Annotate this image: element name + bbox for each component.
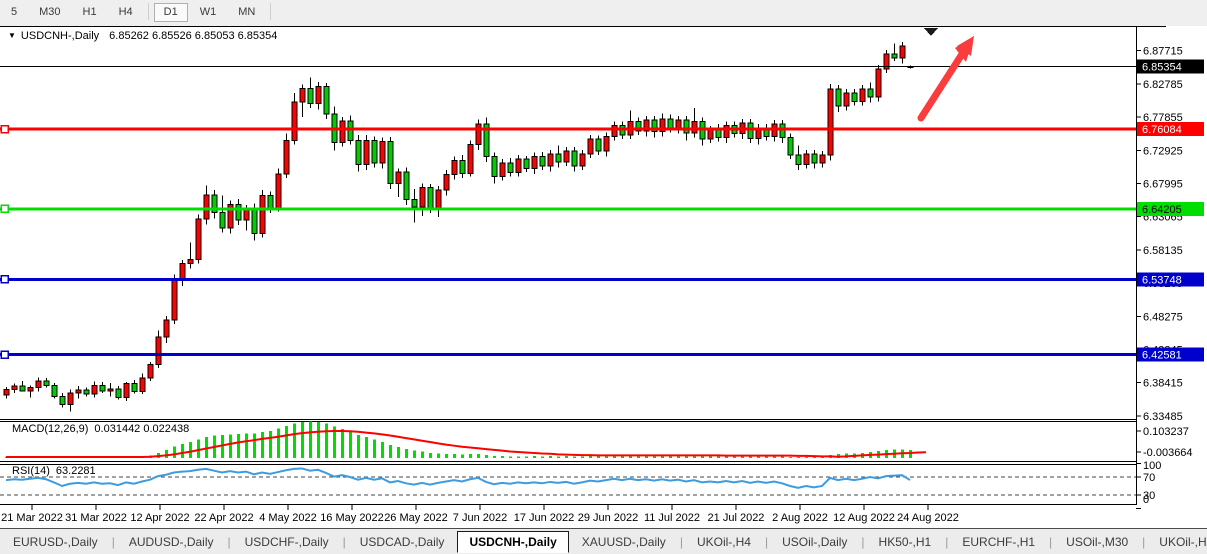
svg-text:24 Aug 2022: 24 Aug 2022 [897,512,959,524]
svg-text:2 Aug 2022: 2 Aug 2022 [772,512,828,524]
svg-text:0.103237: 0.103237 [1143,426,1189,438]
rsi-pane: 10070300 [0,460,1161,509]
svg-text:12 Apr 2022: 12 Apr 2022 [130,512,189,524]
svg-text:7 Jun 2022: 7 Jun 2022 [453,512,507,524]
svg-text:16 May 2022: 16 May 2022 [320,512,384,524]
symbol-tab-bar: EURUSD-,Daily|AUDUSD-,Daily|USDCHF-,Dail… [0,528,1207,554]
hline-red-line[interactable] [0,126,1136,133]
rsi-title: RSI(14) [12,465,50,477]
chart-title: ▼ USDCNH-,Daily 6.85262 6.85526 6.85053 6.… [8,30,277,42]
hline-blue-line-2[interactable] [0,351,1136,358]
chart-canvas[interactable]: 6.877156.827856.778556.729256.679956.630… [0,0,1207,554]
chart-tab-xauusd-daily[interactable]: XAUUSD-,Daily [569,532,679,552]
chart-tab-ukoil-h1[interactable]: UKOil-,H1 [1146,532,1207,552]
chart-tab-usoil-daily[interactable]: USOil-,Daily [769,532,860,552]
svg-text:21 Jul 2022: 21 Jul 2022 [708,512,765,524]
arrow-annotation[interactable] [921,36,974,118]
hline-blue-line-1[interactable] [0,276,1136,283]
trading-terminal-window: 5M30H1H4D1W1MN 6.877156.827856.778556.72… [0,0,1207,554]
svg-text:6.85354: 6.85354 [1142,62,1182,74]
price-axis: 6.877156.827856.778556.729256.679956.630… [1136,46,1183,423]
ohlc-values: 6.85262 6.85526 6.85053 6.85354 [109,30,277,42]
chart-tab-hk50-h1[interactable]: HK50-,H1 [866,532,945,552]
svg-text:4 May 2022: 4 May 2022 [259,512,316,524]
svg-text:6.72925: 6.72925 [1143,145,1183,157]
svg-text:31 Mar 2022: 31 Mar 2022 [65,512,127,524]
hline-handle[interactable] [1,205,8,212]
svg-text:0: 0 [1143,494,1149,506]
chart-tab-ukoil-h4[interactable]: UKOil-,H4 [684,532,764,552]
collapse-triangle-icon[interactable]: ▼ [8,31,16,40]
svg-text:6.48275: 6.48275 [1143,311,1183,323]
svg-text:6.87715: 6.87715 [1143,46,1183,58]
svg-text:6.58135: 6.58135 [1143,245,1183,257]
chart-tab-usdcnh-daily[interactable]: USDCNH-,Daily [457,531,568,553]
rsi-indicator-label: RSI(14) 63.2281 [12,465,96,477]
svg-text:11 Jul 2022: 11 Jul 2022 [644,512,700,524]
hline-objects: 6.85354 6.76084 6.64205 6.53748 6.42581 [0,60,1204,362]
svg-text:6.38415: 6.38415 [1143,378,1183,390]
chart-shift-marker-icon[interactable] [924,28,938,36]
price-label-box: 6.42581 [1137,348,1204,362]
svg-text:6.53748: 6.53748 [1142,274,1182,286]
chart-tab-audusd-daily[interactable]: AUDUSD-,Daily [116,532,227,552]
svg-text:6.33485: 6.33485 [1143,411,1183,423]
svg-text:6.82785: 6.82785 [1143,79,1183,91]
hline-green-line[interactable] [0,205,1136,212]
chart-tab-eurusd-daily[interactable]: EURUSD-,Daily [0,532,111,552]
svg-text:26 May 2022: 26 May 2022 [384,512,448,524]
chart-tab-eurchf-h1[interactable]: EURCHF-,H1 [949,532,1048,552]
svg-text:21 Mar 2022: 21 Mar 2022 [1,512,63,524]
price-label-box: 6.64205 [1137,202,1204,216]
svg-text:6.64205: 6.64205 [1142,204,1182,216]
hline-handle[interactable] [1,126,8,133]
svg-text:6.67995: 6.67995 [1143,178,1183,190]
svg-text:70: 70 [1143,472,1155,484]
svg-text:12 Aug 2022: 12 Aug 2022 [833,512,895,524]
chart-tab-usoil-m30[interactable]: USOil-,M30 [1053,532,1141,552]
macd-title: MACD(12,26,9) [12,423,88,435]
chart-tab-usdchf-daily[interactable]: USDCHF-,Daily [232,532,342,552]
svg-text:6.76084: 6.76084 [1142,124,1182,136]
price-label-box: 6.53748 [1137,272,1204,286]
svg-text:-0.003664: -0.003664 [1143,447,1193,459]
price-label-box: 6.76084 [1137,122,1204,136]
chart-tab-usdcad-daily[interactable]: USDCAD-,Daily [347,532,458,552]
time-axis: 21 Mar 202231 Mar 202212 Apr 2022 22 Apr … [1,505,959,524]
svg-text:22 Apr 2022: 22 Apr 2022 [194,512,253,524]
svg-text:6.42581: 6.42581 [1142,350,1182,362]
price-label-box: 6.85354 [1137,60,1204,74]
symbol-name: USDCNH-,Daily [21,30,99,42]
macd-indicator-label: MACD(12,26,9) 0.031442 0.022438 [12,423,189,435]
macd-values: 0.031442 0.022438 [94,423,189,435]
candlestick-series [4,42,913,412]
rsi-values: 63.2281 [56,465,96,477]
svg-text:100: 100 [1143,460,1161,472]
svg-text:17 Jun 2022: 17 Jun 2022 [514,512,575,524]
svg-text:29 Jun 2022: 29 Jun 2022 [578,512,639,524]
hline-handle[interactable] [1,276,8,283]
hline-handle[interactable] [1,351,8,358]
